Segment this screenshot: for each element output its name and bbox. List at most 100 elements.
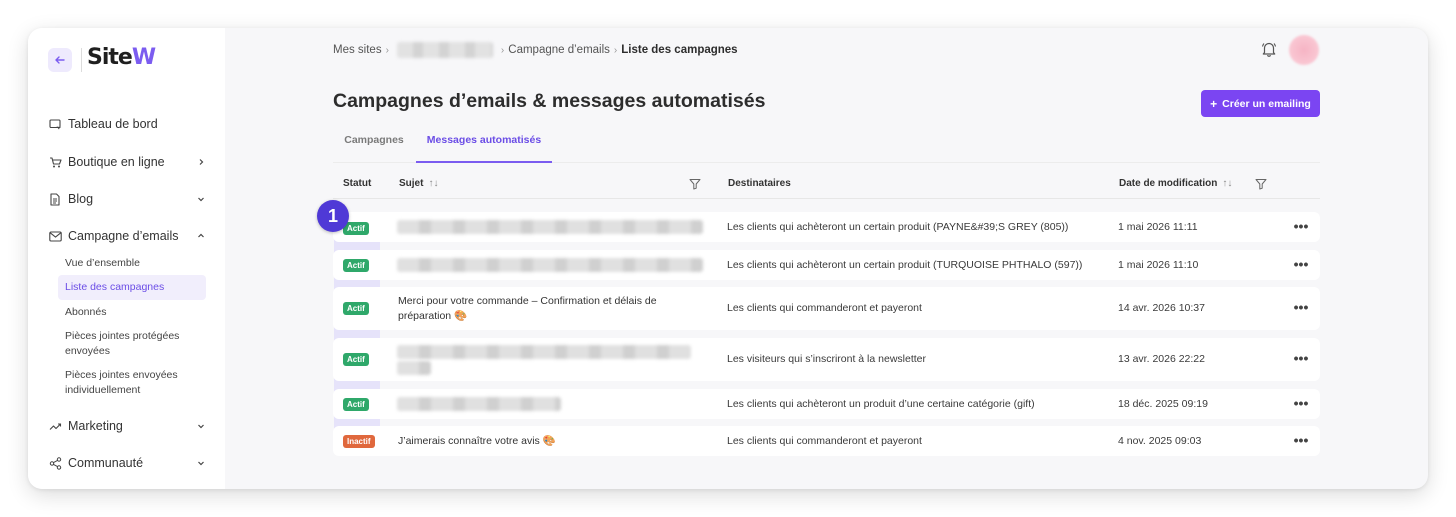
- date-cell: 14 avr. 2026 10:37: [1118, 302, 1205, 314]
- more-options-icon[interactable]: •••: [1291, 299, 1311, 315]
- date-cell: 18 déc. 2025 09:19: [1118, 398, 1208, 410]
- table-row[interactable]: Actif Les visiteurs qui s’inscriront à l…: [333, 338, 1320, 381]
- status-badge: Actif: [343, 398, 369, 411]
- table-row[interactable]: Actif Merci pour votre commande – Confir…: [333, 287, 1320, 330]
- column-header-label: Destinataires: [728, 178, 791, 189]
- table-header-divider: [333, 198, 1320, 199]
- chevron-right-icon: [196, 157, 206, 167]
- more-options-icon[interactable]: •••: [1291, 350, 1311, 366]
- document-icon: [48, 192, 62, 206]
- status-badge: Actif: [343, 353, 369, 366]
- more-options-icon[interactable]: •••: [1291, 218, 1311, 234]
- column-header-subject[interactable]: Sujet ↑↓: [399, 178, 438, 189]
- sidebar-item-email-campaign[interactable]: Campagne d’emails: [48, 229, 206, 243]
- column-header-date[interactable]: Date de modification ↑↓: [1119, 178, 1232, 189]
- logo-text: Site: [87, 45, 133, 70]
- breadcrumb-current: Liste des campagnes: [621, 44, 738, 56]
- breadcrumb-my-sites[interactable]: Mes sites: [333, 44, 382, 56]
- date-cell: 13 avr. 2026 22:22: [1118, 353, 1205, 365]
- subject-redacted: [397, 345, 691, 359]
- recipients-cell: Les visiteurs qui s’inscriront à la news…: [727, 353, 926, 365]
- table-row[interactable]: Actif Les clients qui achèteront un prod…: [333, 389, 1320, 419]
- notification-bell-icon[interactable]: [1260, 40, 1278, 58]
- more-options-icon[interactable]: •••: [1291, 432, 1311, 448]
- filter-icon[interactable]: [689, 178, 701, 190]
- recipients-cell: Les clients qui commanderont et payeront: [727, 435, 922, 447]
- column-header-recipients: Destinataires: [728, 178, 791, 189]
- table-row[interactable]: Actif Les clients qui achèteront un cert…: [333, 212, 1320, 242]
- logo-accent: W: [131, 45, 156, 70]
- sidebar-item-label: Boutique en ligne: [68, 155, 165, 169]
- back-button[interactable]: [48, 48, 72, 72]
- sidebar-subitem-subscribers[interactable]: Abonnés: [58, 305, 206, 320]
- recipients-cell: Les clients qui achèteront un produit d’…: [727, 398, 1035, 410]
- sidebar-item-community[interactable]: Communauté: [48, 456, 206, 470]
- filter-icon[interactable]: [1255, 178, 1267, 190]
- tab-automated-messages[interactable]: Messages automatisés: [416, 134, 552, 146]
- recipients-cell: Les clients qui achèteront un certain pr…: [727, 221, 1069, 233]
- more-options-icon[interactable]: •••: [1291, 256, 1311, 272]
- table-row[interactable]: Actif Les clients qui achèteront un cert…: [333, 250, 1320, 280]
- arrow-left-icon: [55, 56, 65, 64]
- sidebar-item-label: Blog: [68, 192, 94, 206]
- subject-redacted: [397, 258, 703, 272]
- recipients-cell: Les clients qui achèteront un certain pr…: [727, 259, 1083, 271]
- cart-icon: [48, 155, 62, 169]
- date-cell: 4 nov. 2025 09:03: [1118, 435, 1202, 447]
- status-badge: Actif: [343, 302, 369, 315]
- subject-redacted: [397, 397, 561, 411]
- sidebar-subitem-overview[interactable]: Vue d’ensemble: [58, 256, 206, 271]
- sitew-logo[interactable]: SiteW: [87, 45, 156, 70]
- share-network-icon: [48, 456, 62, 470]
- breadcrumb-separator: ›: [500, 44, 505, 56]
- sidebar-item-shop[interactable]: Boutique en ligne: [48, 155, 206, 169]
- step-marker: 1: [317, 200, 349, 232]
- column-header-label: Date de modification: [1119, 178, 1218, 189]
- sort-icon[interactable]: ↑↓: [1222, 178, 1232, 189]
- sidebar-item-dashboard[interactable]: Tableau de bord: [48, 117, 206, 131]
- sidebar-item-label: Campagne d’emails: [68, 229, 179, 243]
- chevron-down-icon: [196, 194, 206, 204]
- create-emailing-button[interactable]: + Créer un emailing: [1201, 90, 1320, 117]
- date-cell: 1 mai 2026 11:11: [1118, 221, 1198, 233]
- breadcrumb-site-name-redacted[interactable]: [396, 42, 493, 58]
- subject-redacted: [397, 220, 703, 234]
- main-content: Mes sites › › Campagne d’emails › Liste …: [225, 28, 1428, 489]
- table-row[interactable]: Inactif J’aimerais connaître votre avis …: [333, 426, 1320, 456]
- create-emailing-label: Créer un emailing: [1222, 97, 1311, 110]
- chevron-down-icon: [196, 421, 206, 431]
- status-column-highlight: [334, 212, 380, 456]
- sidebar-item-label: Marketing: [68, 419, 123, 433]
- more-options-icon[interactable]: •••: [1291, 395, 1311, 411]
- avatar[interactable]: [1289, 35, 1319, 65]
- app-window: SiteW Tableau de bord Boutique en ligne …: [28, 28, 1428, 489]
- status-badge: Inactif: [343, 435, 375, 448]
- sidebar: SiteW Tableau de bord Boutique en ligne …: [28, 28, 225, 489]
- column-header-label: Sujet: [399, 178, 424, 189]
- plus-icon: +: [1210, 96, 1218, 111]
- column-header-label: Statut: [343, 178, 372, 189]
- sort-icon[interactable]: ↑↓: [428, 178, 438, 189]
- breadcrumb-email-campaign[interactable]: Campagne d’emails: [508, 44, 610, 56]
- date-cell: 1 mai 2026 11:10: [1118, 259, 1199, 271]
- column-header-status: Statut: [343, 178, 371, 189]
- sidebar-subitem-individual-attachments[interactable]: Pièces jointes envoyées individuellement: [58, 368, 206, 398]
- tab-campaigns[interactable]: Campagnes: [344, 134, 404, 146]
- logo-divider: [81, 48, 82, 72]
- sidebar-subitem-campaign-list[interactable]: Liste des campagnes: [58, 275, 206, 300]
- page-title: Campagnes d’emails & messages automatisé…: [333, 90, 766, 112]
- recipients-cell: Les clients qui commanderont et payeront: [727, 302, 922, 314]
- chevron-down-icon: [196, 458, 206, 468]
- sidebar-item-label: Communauté: [68, 456, 144, 470]
- sidebar-subitem-protected-attachments[interactable]: Pièces jointes protégées envoyées: [58, 329, 206, 359]
- sidebar-item-label: Tableau de bord: [68, 117, 158, 131]
- subject-cell: J’aimerais connaître votre avis 🎨: [398, 435, 556, 447]
- sidebar-item-blog[interactable]: Blog: [48, 192, 206, 206]
- breadcrumb-separator: ›: [613, 44, 618, 56]
- active-tab-indicator: [416, 161, 552, 163]
- subject-cell: Merci pour votre commande – Confirmation…: [398, 295, 657, 322]
- sidebar-item-marketing[interactable]: Marketing: [48, 419, 206, 433]
- breadcrumb-separator: ›: [385, 44, 389, 56]
- subject-redacted: [397, 361, 431, 375]
- trend-icon: [48, 419, 62, 433]
